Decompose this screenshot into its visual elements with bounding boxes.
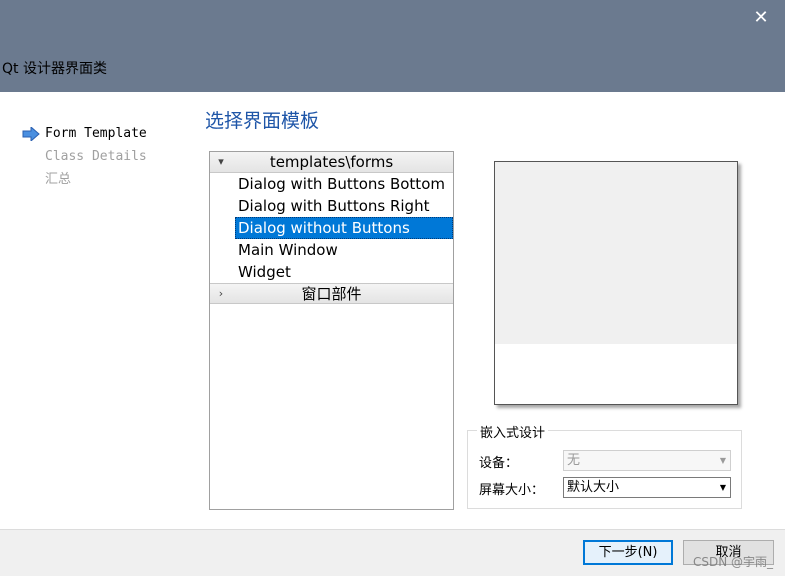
step-class-details: Class Details — [22, 147, 147, 170]
watermark: CSDN @宇雨_ — [692, 555, 773, 569]
tree-item-main-window[interactable]: Main Window — [210, 239, 453, 261]
screen-size-label: 屏幕大小： — [479, 483, 545, 498]
screen-size-select[interactable]: 默认大小 ▼ — [563, 477, 731, 498]
next-button[interactable]: 下一步(N) — [583, 540, 673, 565]
preview-form — [495, 162, 737, 344]
title-bar: Qt 设计器界面类 ✕ — [0, 0, 785, 92]
device-select[interactable]: 无 ▼ — [563, 450, 731, 471]
tree-item-dialog-buttons-bottom[interactable]: Dialog with Buttons Bottom — [210, 173, 453, 195]
chevron-down-icon[interactable]: ▾ — [214, 152, 228, 172]
step-label: Form Template — [45, 126, 147, 141]
step-label: 汇总 — [45, 172, 72, 187]
wizard-steps: Form Template Class Details 汇总 — [22, 124, 147, 193]
window-title: Qt 设计器界面类 — [2, 61, 107, 77]
device-label: 设备： — [479, 456, 519, 471]
dropdown-arrow-icon: ▼ — [719, 483, 726, 492]
close-icon[interactable]: ✕ — [751, 8, 771, 28]
screen-size-value: 默认大小 — [567, 480, 620, 495]
tree-group-label: 窗口部件 — [301, 285, 362, 303]
tree-group-label: templates\forms — [269, 153, 394, 171]
screen-size-row: 屏幕大小： 默认大小 ▼ — [479, 477, 739, 498]
chevron-right-icon[interactable]: › — [214, 284, 228, 304]
tree-group-widgets[interactable]: › 窗口部件 — [210, 283, 453, 304]
tree-item-dialog-without-buttons[interactable]: Dialog without Buttons — [235, 217, 453, 239]
tree-item-dialog-buttons-right[interactable]: Dialog with Buttons Right — [210, 195, 453, 217]
template-tree[interactable]: ▾ templates\forms Dialog with Buttons Bo… — [209, 151, 454, 510]
template-preview — [494, 161, 738, 405]
embedded-design-group: 嵌入式设计 设备： 无 ▼ 屏幕大小： 默认大小 ▼ — [467, 422, 742, 509]
device-row: 设备： 无 ▼ — [479, 450, 739, 471]
step-label: Class Details — [45, 149, 147, 164]
dropdown-arrow-icon: ▼ — [719, 456, 726, 465]
page-title: 选择界面模板 — [205, 110, 320, 132]
step-summary: 汇总 — [22, 170, 147, 193]
arrow-right-icon — [22, 127, 40, 141]
tree-group-templates-forms[interactable]: ▾ templates\forms — [210, 152, 453, 173]
group-legend: 嵌入式设计 — [477, 422, 549, 441]
tree-item-widget[interactable]: Widget — [210, 261, 453, 283]
button-bar: 下一步(N) 取消 CSDN @宇雨_ — [0, 529, 785, 576]
device-value: 无 — [567, 453, 581, 468]
step-form-template: Form Template — [22, 124, 147, 147]
